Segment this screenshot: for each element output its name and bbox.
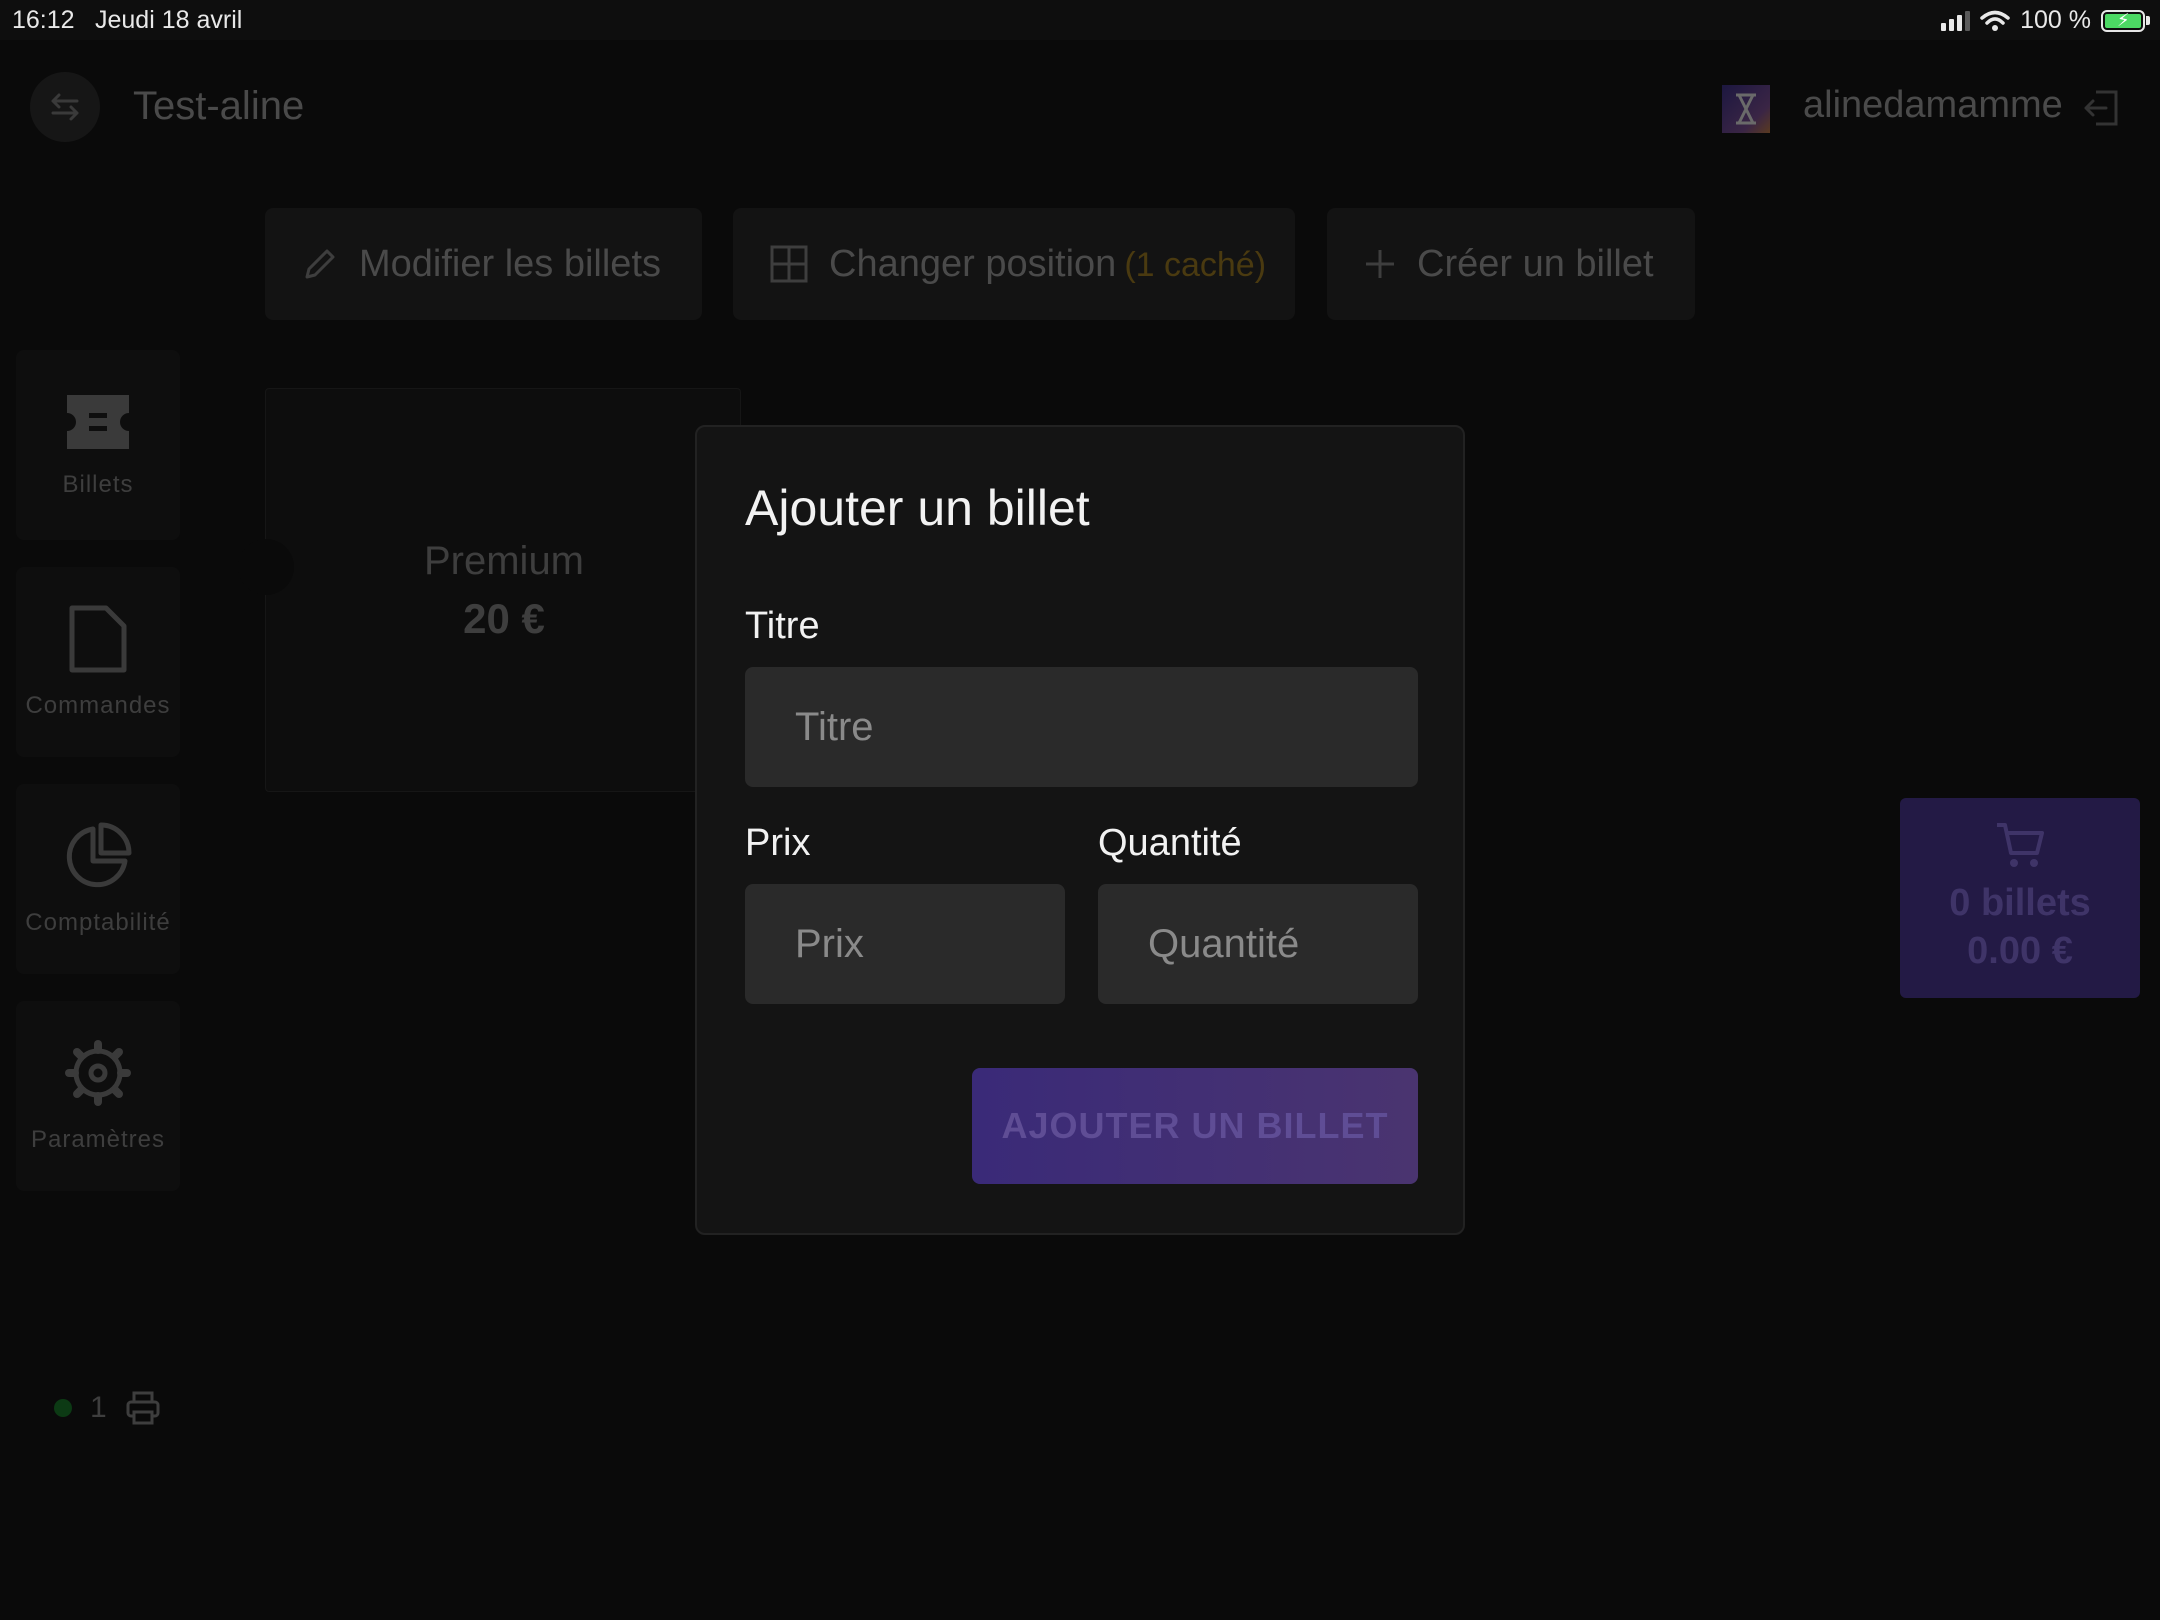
edit-tickets-button[interactable]: Modifier les billets (265, 208, 702, 320)
add-ticket-modal: Ajouter un billet Titre Prix Quantité AJ… (695, 425, 1465, 1235)
ticket-icon (67, 395, 129, 449)
document-icon (69, 605, 127, 673)
ticket-price: 20 € (463, 595, 545, 642)
status-right: 100 % ⚡ (1941, 6, 2150, 35)
logout-icon[interactable] (2082, 88, 2122, 128)
edit-tickets-label: Modifier les billets (359, 242, 661, 285)
sidebar-item-commandes[interactable]: Commandes (16, 567, 180, 757)
price-label: Prix (745, 822, 811, 864)
cellular-signal-icon (1941, 10, 1971, 31)
ticket-card[interactable]: Premium 20 € (238, 388, 741, 792)
printer-icon (126, 1391, 160, 1425)
title-label: Titre (745, 605, 820, 647)
modal-title: Ajouter un billet (745, 480, 1090, 536)
pencil-icon (305, 249, 335, 279)
printer-online-dot (54, 1399, 72, 1417)
sidebar-item-comptabilite[interactable]: Comptabilité (16, 784, 180, 974)
wifi-icon (1980, 10, 2010, 31)
username: alinedamamme (1803, 84, 2063, 126)
sidebar-item-billets[interactable]: Billets (16, 350, 180, 540)
change-position-button[interactable]: Changer position (1 caché) (733, 208, 1295, 320)
cart-icon (1997, 823, 2044, 867)
create-ticket-label: Créer un billet (1417, 242, 1654, 285)
battery-percent: 100 % (2020, 6, 2091, 34)
pie-chart-icon (66, 822, 132, 888)
status-bar: 16:12 Jeudi 18 avril 100 % ⚡ (0, 0, 2160, 40)
sidebar-item-label: Comptabilité (25, 909, 171, 936)
create-ticket-button[interactable]: Créer un billet (1327, 208, 1695, 320)
title-input[interactable] (745, 667, 1418, 787)
user-avatar (1722, 85, 1770, 133)
sidebar-item-parametres[interactable]: Paramètres (16, 1001, 180, 1191)
quantity-input[interactable] (1098, 884, 1418, 1004)
change-position-label: Changer position (829, 242, 1117, 285)
status-date: Jeudi 18 avril (95, 6, 243, 34)
plus-icon (1366, 250, 1394, 278)
grid-icon (770, 245, 808, 283)
add-ticket-submit-button[interactable]: AJOUTER UN BILLET (972, 1068, 1418, 1184)
status-time: 16:12 (12, 6, 75, 34)
gear-icon (65, 1040, 131, 1106)
printer-status[interactable]: 1 (54, 1390, 161, 1426)
ticket-name: Premium (423, 539, 585, 583)
cart-count: 0 billets (1949, 882, 2091, 924)
price-input[interactable] (745, 884, 1065, 1004)
printer-count: 1 (90, 1391, 107, 1424)
sidebar-item-label: Paramètres (30, 1126, 166, 1153)
sidebar-item-label: Billets (62, 471, 134, 498)
event-title: Test-aline (133, 84, 305, 128)
battery-icon: ⚡ (2101, 9, 2150, 32)
switch-event-button[interactable] (30, 72, 100, 142)
hidden-count: (1 caché) (1124, 245, 1267, 284)
sidebar-item-label: Commandes (25, 692, 171, 719)
cart-total: 0.00 € (1967, 930, 2073, 972)
quantity-label: Quantité (1098, 822, 1242, 864)
cart-summary-button[interactable]: 0 billets 0.00 € (1900, 798, 2140, 998)
swap-arrows-icon (51, 93, 79, 121)
hourglass-icon (1736, 93, 1756, 125)
